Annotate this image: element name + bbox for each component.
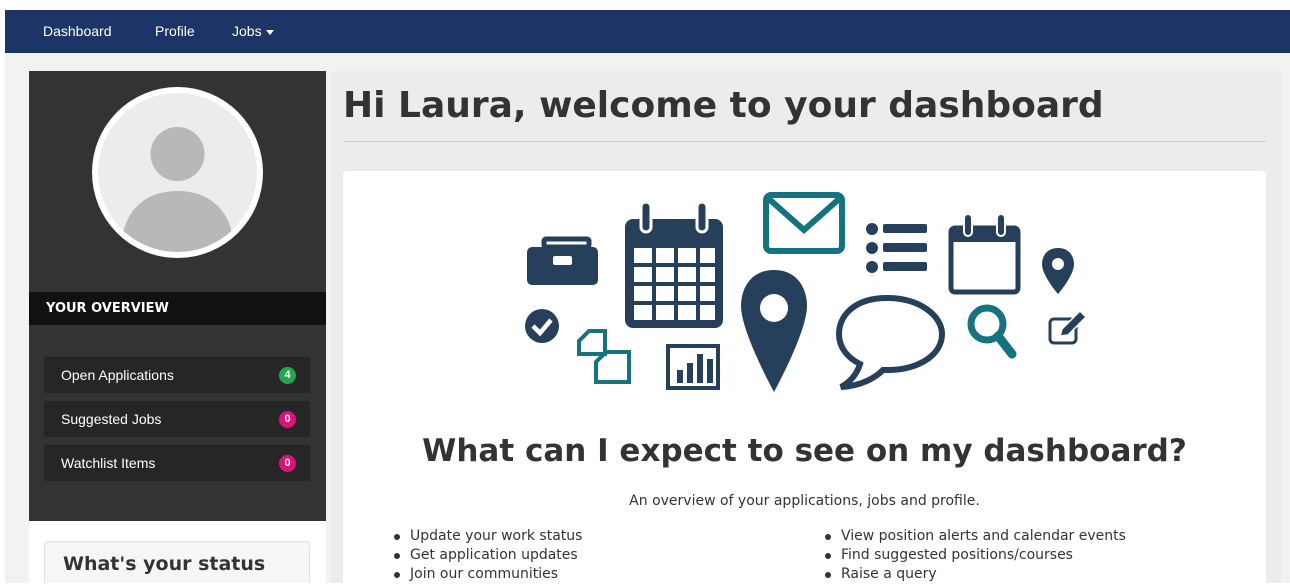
map-marker-small-icon [1042, 248, 1074, 294]
top-navbar: Dashboard Profile Jobs [5, 10, 1290, 53]
feature-item: Get application updates [394, 546, 582, 565]
envelope-icon [763, 192, 845, 254]
page-title: Hi Laura, welcome to your dashboard [343, 85, 1104, 126]
overview-title: YOUR OVERVIEW [46, 301, 169, 316]
calendar-outline-icon [948, 213, 1021, 295]
briefcase-icon [527, 236, 598, 285]
copy-icon [577, 329, 631, 384]
overview-item-label: Watchlist Items [61, 455, 156, 471]
status-card: What's your status [44, 541, 310, 583]
section-heading: What can I expect to see on my dashboard… [422, 433, 1187, 469]
nav-dashboard[interactable]: Dashboard [43, 10, 112, 53]
nav-jobs-label: Jobs [232, 23, 262, 39]
overview-item-label: Suggested Jobs [61, 411, 162, 427]
avatar-placeholder [98, 93, 257, 252]
search-icon [967, 304, 1017, 359]
features-list-left: Update your work status Get application … [394, 527, 582, 584]
feature-item: Join our communities [394, 565, 582, 584]
overview-header: YOUR OVERVIEW [29, 292, 326, 325]
overview-open-applications[interactable]: Open Applications 4 [44, 357, 310, 393]
check-circle-icon [525, 309, 559, 343]
overview-item-label: Open Applications [61, 367, 174, 383]
feature-item: View position alerts and calendar events [825, 527, 1126, 546]
nav-profile[interactable]: Profile [155, 10, 195, 53]
overview-watchlist-items[interactable]: Watchlist Items 0 [44, 445, 310, 481]
bar-chart-icon [666, 344, 720, 390]
speech-bubble-icon [835, 294, 946, 390]
avatar [92, 87, 263, 258]
count-badge: 0 [279, 411, 296, 428]
list-icon [866, 223, 927, 273]
nav-jobs-dropdown[interactable]: Jobs [232, 10, 274, 53]
features-list-right: View position alerts and calendar events… [825, 527, 1126, 584]
calendar-icon [625, 200, 723, 328]
caret-down-icon [265, 29, 274, 35]
feature-item: Update your work status [394, 527, 582, 546]
title-divider [343, 141, 1266, 142]
overview-suggested-jobs[interactable]: Suggested Jobs 0 [44, 401, 310, 437]
feature-item: Find suggested positions/courses [825, 546, 1126, 565]
map-marker-icon [741, 270, 807, 392]
section-lead: An overview of your applications, jobs a… [629, 493, 980, 509]
status-title: What's your status [63, 553, 266, 575]
edit-icon [1048, 309, 1088, 345]
dashboard-illustration [525, 192, 1088, 392]
count-badge: 0 [279, 455, 296, 472]
user-silhouette-icon [121, 127, 234, 252]
feature-item: Raise a query [825, 565, 1126, 584]
count-badge: 4 [279, 367, 296, 384]
